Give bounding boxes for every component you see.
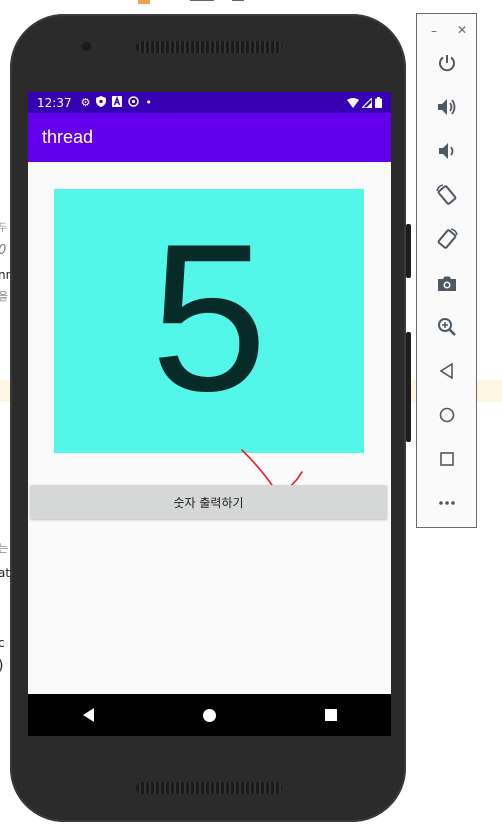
phone-side-button bbox=[406, 224, 411, 278]
ide-tab-icon bbox=[138, 0, 150, 4]
power-icon[interactable] bbox=[434, 50, 460, 76]
top-speaker bbox=[136, 41, 282, 53]
device-screen: 12:37 ⚙ • thread 5 숫자 출력하기 bbox=[28, 92, 391, 736]
gear-icon: ⚙ bbox=[80, 96, 91, 109]
ide-tab-fragment bbox=[232, 0, 244, 1]
nav-bar bbox=[28, 694, 391, 736]
ide-tab-fragment bbox=[190, 0, 214, 1]
wifi-icon bbox=[347, 97, 359, 108]
emulator-toolbar: – ✕ bbox=[416, 13, 477, 528]
camera-icon[interactable] bbox=[434, 270, 460, 296]
volume-up-icon[interactable] bbox=[434, 94, 460, 120]
overview-icon[interactable] bbox=[434, 446, 460, 472]
main-content: 5 숫자 출력하기 bbox=[28, 162, 391, 695]
status-time: 12:37 bbox=[37, 95, 72, 110]
recents-icon[interactable] bbox=[324, 709, 337, 721]
ide-text-fragment: at bbox=[0, 566, 11, 580]
rotate-left-icon[interactable] bbox=[434, 182, 460, 208]
a-icon bbox=[112, 95, 123, 109]
status-bar: 12:37 ⚙ • bbox=[28, 92, 391, 113]
number-display: 5 bbox=[54, 189, 364, 453]
print-number-button[interactable]: 숫자 출력하기 bbox=[30, 485, 387, 519]
ide-text-fragment: 는 bbox=[0, 542, 9, 555]
app-title: thread bbox=[42, 127, 94, 147]
ide-text-fragment: ) bbox=[0, 658, 3, 674]
phone-side-button bbox=[406, 332, 411, 442]
zoom-in-icon[interactable] bbox=[434, 314, 460, 340]
window-controls: – ✕ bbox=[431, 23, 467, 38]
more-icon[interactable] bbox=[434, 490, 460, 516]
ide-text-fragment: 0 bbox=[0, 243, 6, 258]
bottom-speaker bbox=[136, 782, 282, 794]
rotate-right-icon[interactable] bbox=[434, 226, 460, 252]
ide-text-fragment: 두 bbox=[0, 223, 8, 234]
app-bar: thread bbox=[28, 113, 391, 162]
close-icon[interactable]: ✕ bbox=[457, 23, 467, 37]
back-icon[interactable] bbox=[82, 708, 94, 722]
at-icon bbox=[128, 96, 140, 109]
back-icon[interactable] bbox=[434, 358, 460, 384]
signal-icon bbox=[362, 97, 372, 108]
home-icon[interactable] bbox=[202, 708, 216, 722]
home-icon[interactable] bbox=[434, 402, 460, 428]
battery-icon bbox=[375, 97, 382, 108]
volume-down-icon[interactable] bbox=[434, 138, 460, 164]
ide-text-fragment: 을 bbox=[0, 290, 9, 303]
ide-text-fragment: c bbox=[0, 636, 5, 650]
minimize-icon[interactable]: – bbox=[431, 24, 437, 38]
status-right-icons bbox=[347, 97, 382, 108]
shield-icon bbox=[96, 96, 107, 109]
phone-frame: 12:37 ⚙ • thread 5 숫자 출력하기 bbox=[10, 14, 411, 822]
number-value: 5 bbox=[150, 200, 268, 435]
dot-icon: • bbox=[145, 96, 152, 109]
front-camera bbox=[82, 42, 91, 51]
